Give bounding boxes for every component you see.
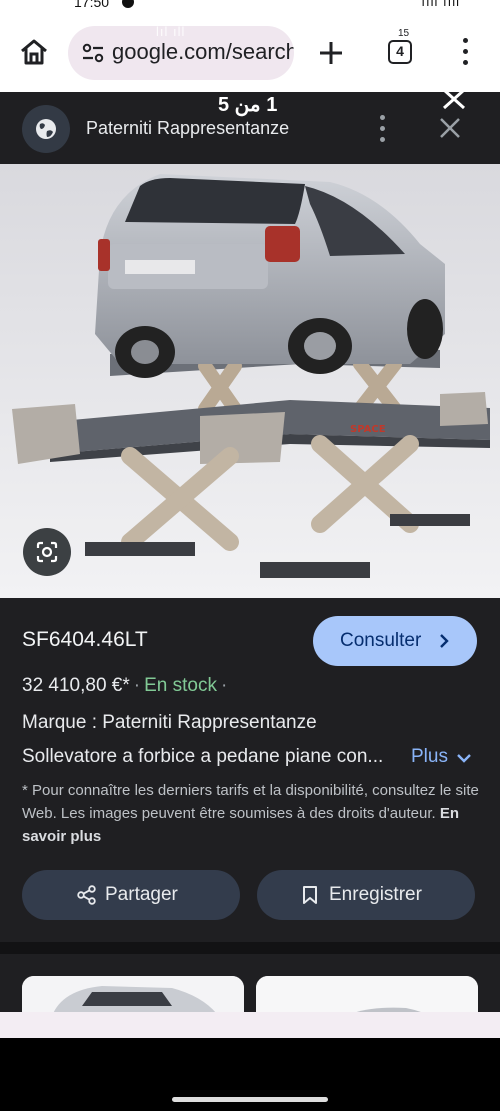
chevron-down-icon[interactable] (457, 753, 471, 763)
status-bar: 17:50 ııll ııll (0, 0, 500, 14)
globe-icon (36, 119, 56, 139)
product-title: SF6404.46LT (22, 628, 148, 651)
source-favicon (22, 105, 70, 153)
price-line: 32 410,80 €* · En stock · (22, 675, 228, 696)
source-name[interactable]: Paterniti Rappresentanze (86, 118, 289, 139)
svg-text:SPACE: SPACE (350, 424, 386, 435)
gesture-handle[interactable] (172, 1097, 328, 1102)
share-icon (77, 885, 96, 905)
url-text: google.com/search (112, 39, 294, 64)
new-tab-button[interactable] (314, 36, 348, 70)
price-notice: * Pour connaître les derniers tarifs et … (22, 779, 482, 848)
share-label: Partager (105, 884, 178, 905)
status-time: 17:50 (74, 0, 110, 10)
notification-dot-icon (122, 0, 134, 8)
browser-bottom-bar (0, 1012, 500, 1038)
source-header: Paterniti Rappresentanze (0, 100, 500, 164)
site-info-icon[interactable] (82, 43, 104, 63)
plus-icon (320, 42, 342, 64)
signal-indicators: ııll ııll (421, 0, 460, 9)
browser-toolbar: google.com/search lıl ıll 15 4 (0, 14, 500, 92)
brand: Marque : Paterniti Rappresentanze (22, 712, 317, 733)
address-bar[interactable]: google.com/search lıl ıll (68, 26, 294, 80)
more-link[interactable]: Plus (411, 746, 448, 768)
tabs-superscript: 15 (398, 28, 410, 39)
tabs-icon[interactable]: 4 (388, 40, 412, 64)
consult-label: Consulter (340, 630, 422, 651)
product-description: Sollevatore a forbice a pedane piane con… (22, 746, 384, 767)
save-label: Enregistrer (329, 884, 422, 905)
bookmark-icon (303, 886, 317, 904)
consult-button[interactable]: Consulter (313, 616, 477, 666)
notice-text: * Pour connaître les derniers tarifs et … (22, 782, 479, 822)
stock-status: En stock (144, 675, 217, 696)
save-button[interactable]: Enregistrer (257, 870, 475, 920)
close-icon[interactable] (438, 116, 462, 140)
price: 32 410,80 €* (22, 675, 130, 696)
overlay-ghost-text: lıl ıll (156, 26, 186, 39)
section-divider (0, 942, 500, 954)
share-button[interactable]: Partager (22, 870, 240, 920)
lens-search-button[interactable] (23, 528, 71, 576)
lens-icon (36, 541, 58, 563)
more-vert-icon[interactable] (456, 38, 476, 68)
home-button[interactable] (18, 36, 50, 68)
more-vert-icon[interactable] (379, 115, 387, 143)
chevron-right-icon (440, 634, 449, 648)
product-image[interactable]: SPACE (0, 164, 500, 598)
home-icon (21, 39, 47, 65)
